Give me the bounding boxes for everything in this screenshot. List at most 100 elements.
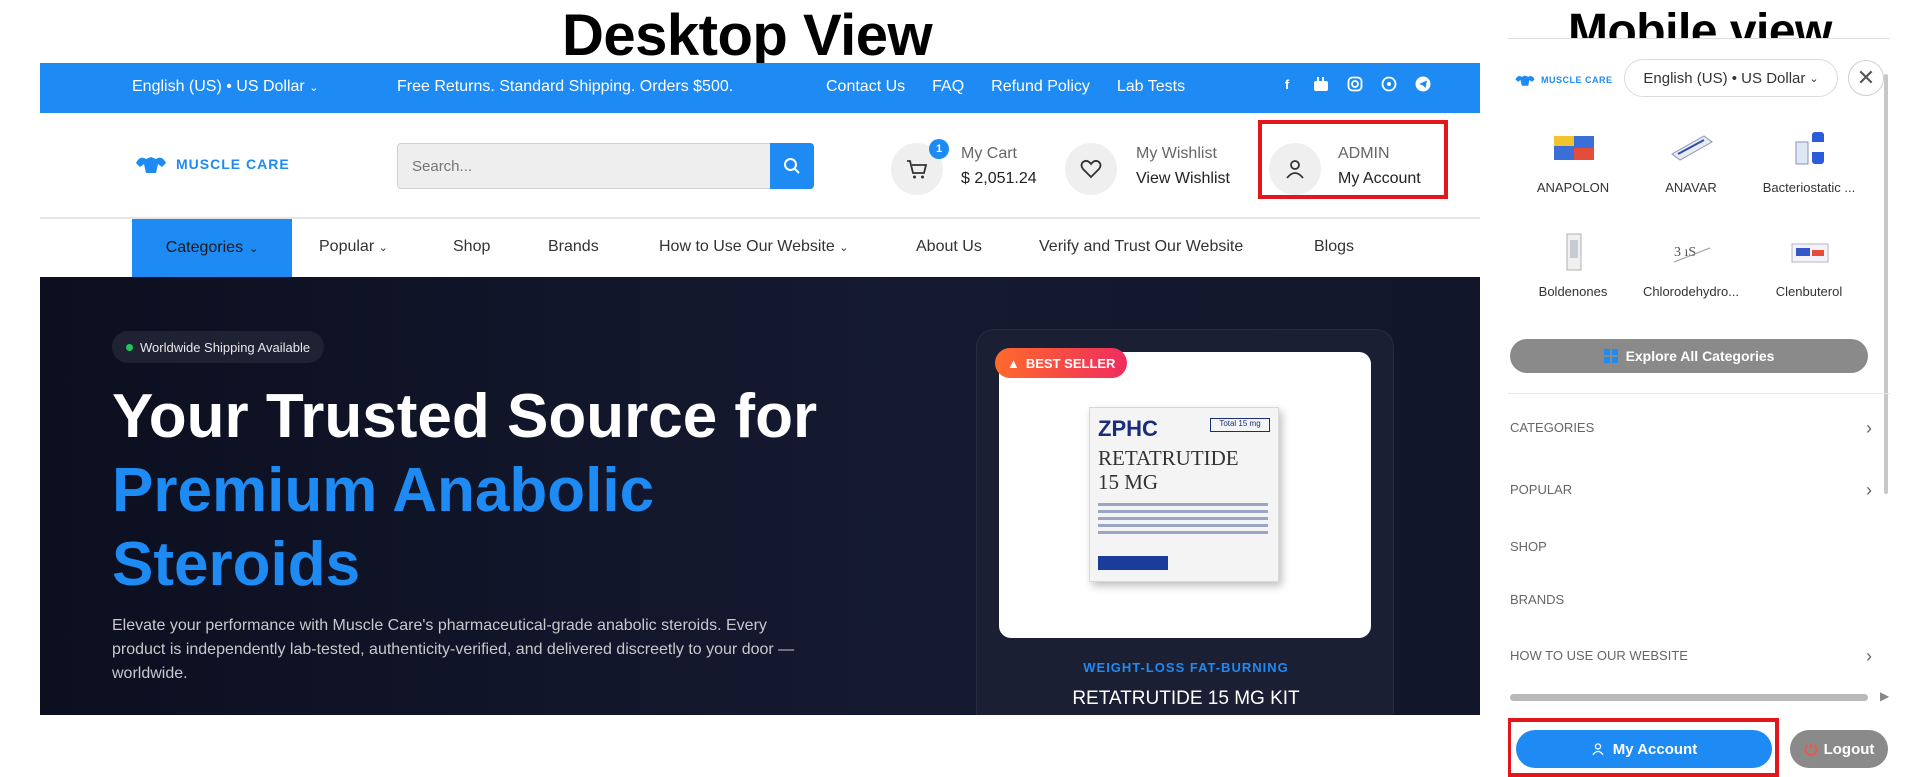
- wishlist-button[interactable]: [1065, 143, 1117, 195]
- box-name-line2: 15 MG: [1098, 470, 1159, 494]
- search-button[interactable]: [770, 143, 814, 189]
- category-tile[interactable]: Bacteriostatic ...: [1750, 116, 1868, 216]
- mobile-language-selector[interactable]: English (US) • US Dollar ⌄: [1624, 59, 1838, 97]
- nav-item-brands[interactable]: Brands: [548, 238, 599, 256]
- box-strip: Total 15 mg: [1210, 418, 1270, 432]
- nav-item-about-us[interactable]: About Us: [916, 238, 982, 256]
- search-icon: [784, 158, 800, 174]
- menu-item-label: POPULAR: [1510, 482, 1573, 497]
- categories-label: Categories: [165, 239, 244, 256]
- language-currency-selector[interactable]: English (US) • US Dollar ⌄: [132, 78, 318, 96]
- explore-all-label: Explore All Categories: [1625, 348, 1775, 364]
- category-label: Bacteriostatic ...: [1762, 180, 1856, 195]
- best-seller-badge: ▲ BEST SELLER: [995, 348, 1128, 378]
- site-header: MUSCLE CARE 1 My Cart $ 2,051.24 My Wish…: [40, 113, 1480, 219]
- nav-item-popular[interactable]: Popular ⌄: [319, 238, 388, 256]
- top-bar: English (US) • US Dollar ⌄ Free Returns.…: [40, 63, 1480, 113]
- explore-all-categories-button[interactable]: Explore All Categories: [1510, 339, 1868, 373]
- cart-icon: [907, 160, 928, 179]
- top-link-contact-us[interactable]: Contact Us: [826, 78, 905, 96]
- close-icon[interactable]: ✕: [1848, 60, 1884, 96]
- cart-button[interactable]: 1: [891, 139, 949, 195]
- grid-icon: [1603, 349, 1618, 363]
- instagram-icon[interactable]: [1346, 75, 1364, 93]
- chevron-down-icon: ⌄: [839, 242, 849, 254]
- box-footer-strip: [1098, 556, 1168, 570]
- nav-item-blogs[interactable]: Blogs: [1314, 238, 1354, 256]
- cart-label: My Cart: [961, 145, 1017, 162]
- status-dot-icon: [126, 344, 133, 351]
- category-tile[interactable]: Boldenones: [1514, 220, 1632, 320]
- hero-section: Worldwide Shipping Available Your Truste…: [40, 277, 1480, 715]
- category-label: ANAPOLON: [1536, 180, 1610, 195]
- product-category: WEIGHT-LOSS FAT-BURNING: [1083, 660, 1289, 675]
- best-seller-label: BEST SELLER: [1025, 355, 1116, 371]
- nav-item-how-to-use[interactable]: How to Use Our Website ⌄: [659, 238, 848, 256]
- wishlist-summary[interactable]: My Wishlist View Wishlist: [1136, 141, 1230, 191]
- anapolon-thumbnail: [1554, 136, 1594, 160]
- product-image[interactable]: ZPHC Total 15 mg RETATRUTIDE 15 MG: [999, 352, 1371, 638]
- menu-item-label: BRANDS: [1510, 592, 1565, 607]
- my-account-highlight-box: [1508, 718, 1779, 777]
- mobile-logout-button[interactable]: Logout: [1790, 730, 1888, 768]
- mobile-menu-categories[interactable]: CATEGORIES ›: [1510, 418, 1880, 438]
- box-brand: ZPHC: [1098, 416, 1158, 441]
- menu-item-label: CATEGORIES: [1510, 420, 1595, 435]
- view-wishlist-link[interactable]: View Wishlist: [1136, 166, 1230, 191]
- product-name[interactable]: RETATRUTIDE 15 MG KIT: [977, 688, 1395, 710]
- youtube-icon[interactable]: [1312, 75, 1330, 93]
- category-label: Boldenones: [1538, 284, 1608, 299]
- mobile-logo[interactable]: MUSCLE CARE: [1514, 73, 1613, 87]
- site-logo[interactable]: MUSCLE CARE: [134, 153, 290, 175]
- fire-icon: ▲: [1007, 355, 1020, 371]
- hero-title-line3: Steroids: [112, 530, 361, 599]
- chevron-down-icon: ⌄: [249, 242, 259, 255]
- anavar-thumbnail: [1671, 135, 1713, 161]
- top-link-faq[interactable]: FAQ: [932, 78, 964, 96]
- chevron-right-icon: ›: [1866, 480, 1872, 500]
- main-navigation: Categories ⌄ Popular ⌄ Shop Brands How t…: [40, 219, 1480, 277]
- cart-amount: $ 2,051.24: [961, 170, 1037, 187]
- shipping-badge: Worldwide Shipping Available: [112, 331, 325, 363]
- horizontal-scrollbar[interactable]: [1510, 694, 1868, 701]
- cart-count-badge: 1: [929, 139, 949, 159]
- featured-product-card[interactable]: ZPHC Total 15 mg RETATRUTIDE 15 MG ▲ BES…: [976, 329, 1394, 715]
- whatsapp-icon[interactable]: [1380, 75, 1398, 93]
- heart-icon: [1080, 159, 1102, 179]
- category-label: ANAVAR: [1665, 180, 1717, 195]
- box-product-name: RETATRUTIDE 15 MG: [1098, 446, 1239, 494]
- hero-title: Your Trusted Source for Premium Anabolic…: [112, 380, 1012, 602]
- search-bar: [397, 143, 814, 189]
- power-icon: [1804, 743, 1817, 756]
- top-link-lab-tests[interactable]: Lab Tests: [1117, 78, 1185, 96]
- mobile-menu-popular[interactable]: POPULAR ›: [1510, 480, 1880, 500]
- menu-item-label: SHOP: [1510, 539, 1547, 554]
- hero-title-line1: Your Trusted Source for: [112, 382, 818, 451]
- category-tile[interactable]: ANAPOLON: [1514, 116, 1632, 216]
- menu-divider: [1508, 393, 1890, 394]
- clenbuterol-thumbnail: [1791, 243, 1829, 263]
- category-tile[interactable]: 3 ıS Chlorodehydro...: [1632, 220, 1750, 320]
- category-tile[interactable]: Clenbuterol: [1750, 220, 1868, 320]
- facebook-icon[interactable]: f: [1278, 75, 1296, 93]
- mobile-screenshot: MUSCLE CARE English (US) • US Dollar ⌄ ✕…: [1508, 38, 1890, 777]
- cart-summary[interactable]: My Cart $ 2,051.24: [961, 141, 1037, 191]
- vertical-scrollbar[interactable]: [1884, 74, 1888, 494]
- chevron-right-icon: ›: [1866, 418, 1872, 438]
- scroll-right-arrow-icon[interactable]: ▶: [1880, 689, 1889, 703]
- box-fine-print: [1098, 503, 1268, 538]
- hero-description: Elevate your performance with Muscle Car…: [112, 617, 795, 682]
- category-tile[interactable]: ANAVAR: [1632, 116, 1750, 216]
- categories-button[interactable]: Categories ⌄: [132, 219, 292, 277]
- telegram-icon[interactable]: [1414, 75, 1432, 93]
- bacteriostatic-thumbnail: [1795, 132, 1824, 165]
- mobile-menu-brands[interactable]: BRANDS: [1510, 592, 1880, 607]
- shipping-badge-text: Worldwide Shipping Available: [140, 339, 311, 355]
- mobile-menu-shop[interactable]: SHOP: [1510, 539, 1880, 554]
- mobile-menu-how-to-use[interactable]: HOW TO USE OUR WEBSITE ›: [1510, 646, 1880, 666]
- search-input[interactable]: [398, 144, 758, 188]
- nav-item-shop[interactable]: Shop: [453, 238, 490, 256]
- chevron-down-icon: ⌄: [378, 242, 388, 254]
- nav-item-verify-trust[interactable]: Verify and Trust Our Website: [1039, 238, 1243, 256]
- top-link-refund-policy[interactable]: Refund Policy: [991, 78, 1090, 96]
